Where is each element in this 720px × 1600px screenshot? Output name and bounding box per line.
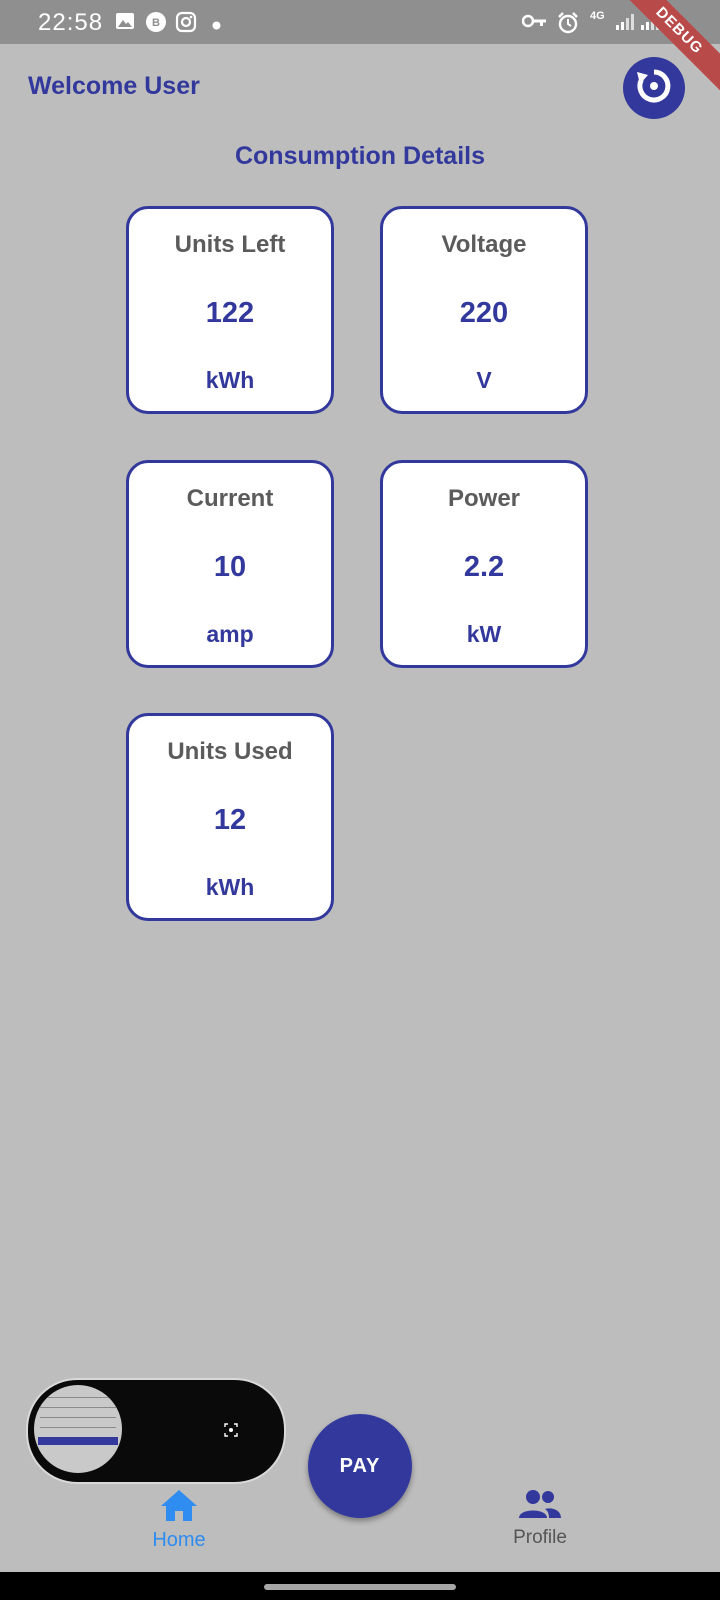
people-icon [518,1490,562,1524]
card-value: 10 [213,551,247,583]
nav-label-home: Home [152,1529,206,1551]
welcome-text: Welcome User [28,72,200,100]
svg-text:B: B [152,17,160,29]
card-unit: V [476,367,492,393]
whatsapp-business-icon: B [145,11,167,38]
nav-item-home[interactable]: Home [119,1488,239,1552]
screenshot-focus-icon[interactable] [224,1423,238,1442]
card-label: Units Used [167,738,293,765]
nav-label-profile: Profile [513,1527,567,1548]
vpn-key-icon [521,13,548,34]
card-label: Current [186,485,274,512]
card-unit: kWh [205,874,255,900]
card-label: Power [447,485,521,512]
card-value: 122 [205,297,255,329]
screenshot-overlay[interactable] [26,1378,286,1484]
dot-icon [212,17,221,35]
card-label: Units Left [174,231,286,258]
card-value: 220 [459,297,509,329]
refresh-icon [634,66,674,111]
instagram-icon [175,11,197,38]
status-bar: 22:58 B 4G [0,0,720,44]
card-value: 2.2 [463,551,505,583]
4g-icon: 4G [590,10,605,22]
status-time: 22:58 [38,9,104,36]
alarm-icon [556,11,580,40]
card-power: Power 2.2 kW [380,460,588,668]
card-label: Voltage [441,231,527,258]
card-units-used: Units Used 12 kWh [126,713,334,921]
card-current: Current 10 amp [126,460,334,668]
refresh-button[interactable] [623,57,685,119]
card-unit: amp [206,621,254,647]
image-icon [115,11,135,36]
card-units-left: Units Left 122 kWh [126,206,334,414]
card-unit: kW [466,621,502,647]
gesture-handle[interactable] [264,1584,456,1590]
section-title: Consumption Details [234,142,485,170]
card-unit: kWh [205,367,255,393]
signal-icon [615,13,635,36]
nav-item-profile[interactable]: Profile [480,1488,600,1549]
card-voltage: Voltage 220 V [380,206,588,414]
pay-button[interactable]: PAY [308,1414,412,1518]
card-value: 12 [213,804,247,836]
home-icon [159,1490,199,1526]
system-nav-bar [0,1572,720,1600]
screenshot-thumbnail[interactable] [34,1385,122,1473]
